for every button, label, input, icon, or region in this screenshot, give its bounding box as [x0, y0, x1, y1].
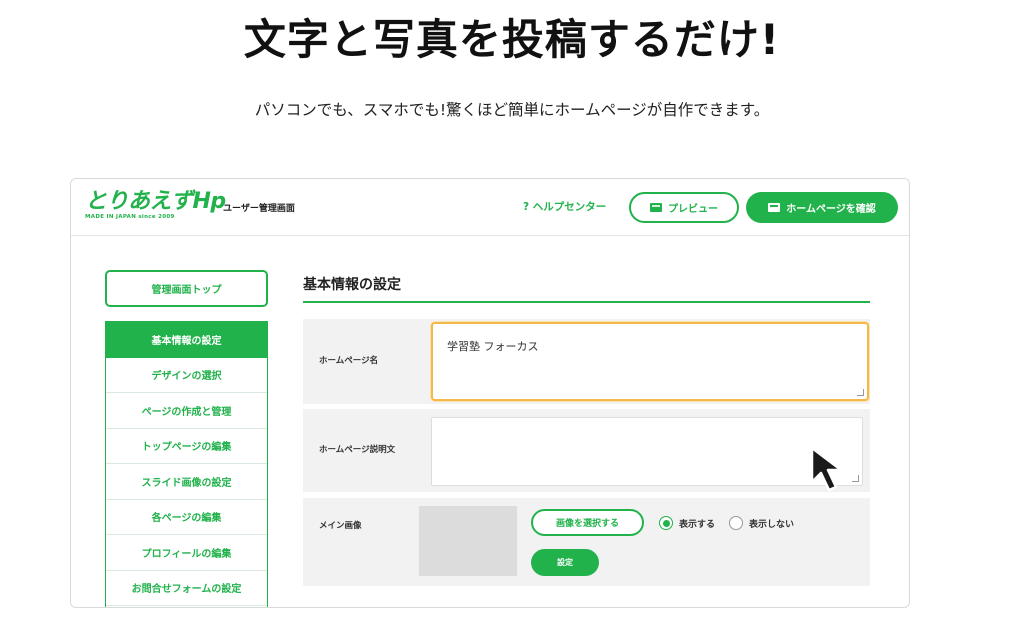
- subheadline: パソコンでも、スマホでも!驚くほど簡単にホームページが自作できます。: [254, 101, 770, 119]
- form-row-site-description: ホームページ説明文: [303, 409, 870, 492]
- mouse-pointer-icon: [810, 446, 843, 492]
- site-icon: [768, 203, 781, 212]
- radio-hide[interactable]: [729, 516, 744, 530]
- headline: 文字と写真を投稿するだけ!: [243, 15, 781, 64]
- resize-grip-icon[interactable]: [857, 389, 864, 396]
- help-center-link[interactable]: ? ヘルプセンター: [523, 199, 606, 214]
- display-radio-group: 表示する 表示しない: [659, 516, 802, 530]
- section-title: ユーザー管理画面: [223, 204, 295, 214]
- set-button[interactable]: 設定: [531, 549, 599, 576]
- sidebar-item-each-page[interactable]: 各ページの編集: [106, 499, 267, 535]
- main-image-preview: [419, 506, 517, 576]
- radio-hide-label[interactable]: 表示しない: [749, 517, 794, 530]
- logo[interactable]: とりあえずHp MADE IN JAPAN since 2009: [85, 189, 226, 221]
- site-name-label: ホームページ名: [319, 356, 379, 366]
- preview-icon: [650, 203, 662, 212]
- sidebar-item-contact-form[interactable]: お問合せフォームの設定: [106, 570, 267, 606]
- sidebar-item-basic-settings[interactable]: 基本情報の設定: [106, 322, 267, 358]
- admin-screenshot-frame: とりあえずHp MADE IN JAPAN since 2009 ユーザー管理画…: [70, 178, 910, 608]
- title-divider: [303, 301, 870, 303]
- radio-show[interactable]: [659, 516, 673, 530]
- preview-button[interactable]: プレビュー: [629, 192, 739, 223]
- sidebar-item-design[interactable]: デザインの選択: [106, 357, 267, 393]
- app-header: とりあえずHp MADE IN JAPAN since 2009 ユーザー管理画…: [71, 179, 909, 236]
- preview-button-label: プレビュー: [668, 204, 718, 215]
- sidebar-item-profile[interactable]: プロフィールの編集: [106, 535, 267, 571]
- form-row-site-name: ホームページ名 学習塾 フォーカス: [303, 319, 870, 404]
- view-site-button-label: ホームページを確認: [786, 204, 876, 215]
- radio-show-label[interactable]: 表示する: [679, 517, 715, 530]
- site-description-label: ホームページ説明文: [319, 445, 396, 455]
- main-image-label: メイン画像: [319, 521, 362, 531]
- site-description-input[interactable]: [431, 417, 863, 486]
- logo-tagline: MADE IN JAPAN since 2009: [85, 214, 175, 220]
- logo-text: とりあえずHp: [85, 189, 226, 214]
- site-name-input[interactable]: 学習塾 フォーカス: [431, 322, 869, 401]
- form-row-main-image: メイン画像 画像を選択する 表示する 表示しない 設定: [303, 498, 870, 586]
- sidebar-item-slides[interactable]: スライド画像の設定: [106, 464, 267, 500]
- sidebar-item-pages[interactable]: ページの作成と管理: [106, 393, 267, 429]
- page-title: 基本情報の設定: [303, 277, 401, 293]
- sidebar-menu: 基本情報の設定 デザインの選択 ページの作成と管理 トップページの編集 スライド…: [105, 321, 268, 607]
- sidebar-item-top-page[interactable]: トップページの編集: [106, 428, 267, 464]
- view-site-button[interactable]: ホームページを確認: [746, 192, 898, 223]
- dashboard-top-button[interactable]: 管理画面トップ: [105, 270, 268, 307]
- site-name-value: 学習塾 フォーカス: [447, 340, 539, 353]
- select-image-button[interactable]: 画像を選択する: [531, 509, 644, 536]
